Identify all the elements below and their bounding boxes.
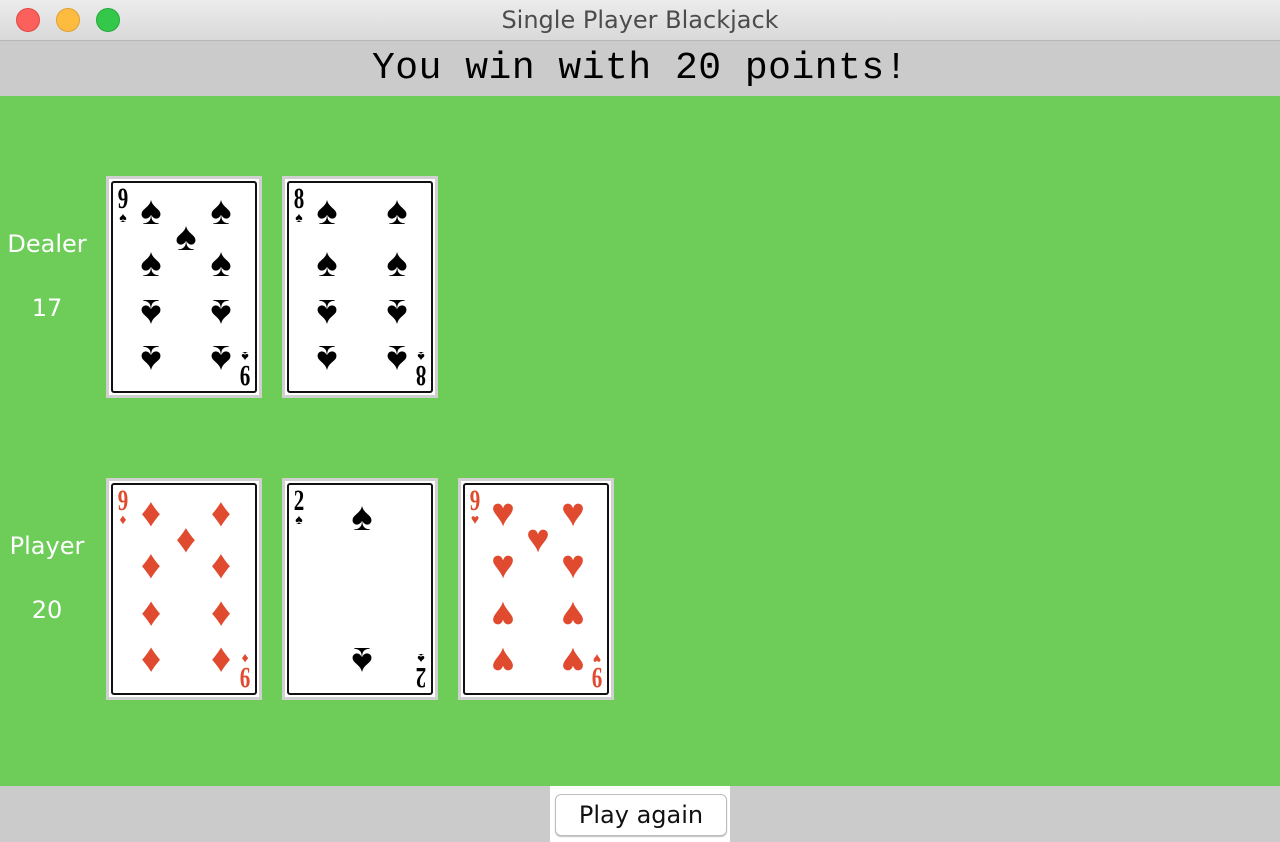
card-face: 2 ♠ 2 ♠ ♠ ♠ xyxy=(287,483,433,695)
card-rank: 9 xyxy=(117,484,129,517)
card-face: 9 ♠ 9 ♠ ♠ ♠ ♠ ♠ ♠ ♠ ♠ ♠ ♠ xyxy=(111,181,257,393)
card-suit-pip-icon: ♠ xyxy=(351,639,373,683)
dealer-card: 9 ♠ 9 ♠ ♠ ♠ ♠ ♠ ♠ ♠ ♠ ♠ ♠ xyxy=(106,176,262,398)
card-rank: 9 xyxy=(469,484,481,517)
card-suit-pip-icon: ♦ xyxy=(210,491,232,535)
player-card: 2 ♠ 2 ♠ ♠ ♠ xyxy=(282,478,438,700)
dealer-card: 8 ♠ 8 ♠ ♠ ♠ ♠ ♠ ♠ ♠ ♠ ♠ xyxy=(282,176,438,398)
card-suit-pip-icon: ♠ xyxy=(140,291,162,335)
player-card: 9 ♦ 9 ♦ ♦ ♦ ♦ ♦ ♦ ♦ ♦ ♦ ♦ xyxy=(106,478,262,700)
card-suit-pip-icon: ♠ xyxy=(140,189,162,233)
card-suit-pip-icon: ♦ xyxy=(175,517,197,561)
window-title: Single Player Blackjack xyxy=(501,6,779,34)
dealer-label: Dealer xyxy=(7,230,87,258)
card-suit-pip-icon: ♠ xyxy=(210,291,232,335)
play-again-button[interactable]: Play again xyxy=(555,794,727,836)
card-rank: 2 xyxy=(293,484,305,517)
card-suit-pip-icon: ♦ xyxy=(210,543,232,587)
card-corner-index: 9 ♥ xyxy=(466,486,484,528)
card-suit-pip-icon: ♠ xyxy=(140,337,162,381)
card-suit-pip-icon: ♦ xyxy=(140,639,162,683)
card-suit-pip-icon: ♠ xyxy=(210,337,232,381)
card-suit-pip-icon: ♥ xyxy=(526,517,550,561)
card-suit-pip-icon: ♠ xyxy=(386,189,408,233)
dealer-score: 17 xyxy=(31,294,63,322)
card-suit-pip-icon: ♥ xyxy=(561,543,585,587)
card-suit-pip-icon: ♥ xyxy=(491,639,515,683)
player-score: 20 xyxy=(31,596,63,624)
card-suit-pip-icon: ♦ xyxy=(140,543,162,587)
player-label: Player xyxy=(9,532,85,560)
game-result-message: You win with 20 points! xyxy=(372,47,908,90)
card-corner-index: 2 ♠ xyxy=(290,486,308,528)
card-suit-pip-icon: ♠ xyxy=(210,241,232,285)
card-suit-pip-icon: ♥ xyxy=(491,491,515,535)
card-suit-pip-icon: ♦ xyxy=(140,593,162,637)
card-suit-pip-icon: ♠ xyxy=(140,241,162,285)
card-suit-pip-icon: ♠ xyxy=(316,189,338,233)
card-suit-pip-icon: ♠ xyxy=(386,337,408,381)
card-suit-pip-icon: ♠ xyxy=(386,241,408,285)
card-suit-pip-icon: ♠ xyxy=(175,215,197,259)
card-suit-pip-icon: ♥ xyxy=(491,543,515,587)
status-bar: You win with 20 points! xyxy=(0,41,1280,96)
blackjack-table: Dealer 17 9 ♠ 9 ♠ ♠ ♠ ♠ ♠ ♠ ♠ ♠ ♠ ♠ 8 ♠ 8 ♠ ♠ ♠ ♠ ♠ ♠ ♠ ♠ ♠ Play… xyxy=(0,96,1280,786)
card-corner-index: 9 ♦ xyxy=(114,486,132,528)
card-rank: 2 xyxy=(415,661,427,694)
card-rank: 9 xyxy=(117,182,129,215)
card-suit-pip-icon: ♥ xyxy=(561,491,585,535)
player-card: 9 ♥ 9 ♥ ♥ ♥ ♥ ♥ ♥ ♥ ♥ ♥ ♥ xyxy=(458,478,614,700)
card-corner-index: 8 ♠ xyxy=(290,184,308,226)
title-bar: Single Player Blackjack xyxy=(0,0,1280,41)
bottom-bar: Play again xyxy=(0,786,1280,842)
card-face: 9 ♥ 9 ♥ ♥ ♥ ♥ ♥ ♥ ♥ ♥ ♥ ♥ xyxy=(463,483,609,695)
card-face: 9 ♦ 9 ♦ ♦ ♦ ♦ ♦ ♦ ♦ ♦ ♦ ♦ xyxy=(111,483,257,695)
card-corner-index: 2 ♠ xyxy=(412,650,430,694)
card-suit-pip-icon: ♠ xyxy=(316,241,338,285)
card-suit-pip-icon: ♦ xyxy=(210,639,232,683)
card-suit-pip-icon: ♥ xyxy=(491,593,515,637)
card-suit-pip-icon: ♠ xyxy=(210,189,232,233)
card-rank: 8 xyxy=(293,182,305,215)
card-corner-index: 9 ♠ xyxy=(114,184,132,226)
button-panel: Play again xyxy=(550,786,730,842)
card-face: 8 ♠ 8 ♠ ♠ ♠ ♠ ♠ ♠ ♠ ♠ ♠ xyxy=(287,181,433,393)
card-suit-pip-icon: ♦ xyxy=(140,491,162,535)
card-suit-pip-icon: ♠ xyxy=(386,291,408,335)
card-suit-pip-icon: ♠ xyxy=(316,291,338,335)
card-suit-pip-icon: ♥ xyxy=(561,639,585,683)
card-suit-pip-icon: ♦ xyxy=(210,593,232,637)
card-suit-pip-icon: ♠ xyxy=(351,495,373,539)
card-suit-pip-icon: ♥ xyxy=(561,593,585,637)
card-suit-pip-icon: ♠ xyxy=(316,337,338,381)
